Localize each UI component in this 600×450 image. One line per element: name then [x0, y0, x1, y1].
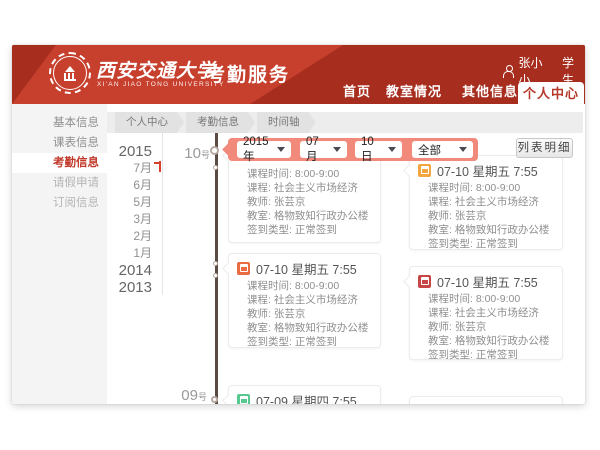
day-label-09: 09号	[167, 387, 207, 404]
card-field-course-time: 课程时间: 8:00-9:00	[247, 167, 372, 181]
card-field-checkin-type: 签到类型: 正常签到	[428, 348, 554, 362]
scale-year-2013[interactable]: 2013	[100, 279, 152, 296]
sidebar: 基本信息 课表信息 考勤信息 请假申请 订阅信息	[12, 104, 107, 404]
card-field-teacher: 教师: 张芸京	[428, 209, 554, 223]
app-header: 西安交通大学 XI'AN JIAO TONG UNIVERSITY 考勤服务 张…	[12, 45, 585, 104]
card-field-classroom: 教室: 格物致知行政办公楼	[428, 334, 554, 348]
app-window: 西安交通大学 XI'AN JIAO TONG UNIVERSITY 考勤服务 张…	[12, 45, 585, 404]
card-header: 07-10 星期五 7:55	[256, 259, 357, 278]
scale-month-05[interactable]: 5月	[100, 194, 152, 211]
timeline-node-day10	[210, 146, 219, 155]
university-name-cn: 西安交通大学	[96, 56, 216, 83]
scale-month-07[interactable]: 7月	[100, 160, 152, 177]
breadcrumb: 个人中心 考勤信息 时间轴	[107, 112, 583, 133]
card-field-course-time: 课程时间: 8:00-9:00	[247, 279, 372, 293]
card-header: 07-10 星期五 7:55	[437, 161, 538, 180]
attendance-card-clipped: 07-09 星期四 7:55	[228, 385, 381, 404]
list-detail-button[interactable]: 列表明细	[516, 138, 573, 158]
sidebar-item-timetable[interactable]: 课表信息	[12, 133, 107, 153]
card-field-teacher: 教师: 张芸京	[247, 195, 372, 209]
scale-month-02[interactable]: 2月	[100, 228, 152, 245]
timeline-node-small-1	[213, 165, 218, 170]
card-field-course: 课程: 社会主义市场经济	[428, 195, 554, 209]
breadcrumb-item-attendance[interactable]: 考勤信息	[186, 112, 255, 133]
sidebar-item-attendance-active[interactable]: 考勤信息	[12, 153, 107, 173]
card-field-course-time: 课程时间: 8:00-9:00	[428, 292, 554, 306]
card-field-course: 课程: 社会主义市场经济	[247, 181, 372, 195]
checkin-status-icon	[237, 262, 250, 275]
type-select[interactable]: 全部	[412, 141, 473, 158]
checkin-status-icon	[418, 164, 431, 177]
chevron-down-icon	[459, 147, 467, 152]
sidebar-item-subscription[interactable]: 订阅信息	[12, 193, 107, 213]
month-select[interactable]: 07月	[300, 141, 347, 158]
scale-year-2014[interactable]: 2014	[100, 262, 152, 279]
nav-item-other-info[interactable]: 其他信息	[462, 81, 518, 100]
card-field-checkin-type: 签到类型: 正常签到	[247, 335, 372, 349]
scale-year-2015[interactable]: 2015	[100, 143, 152, 160]
timeline-line	[215, 133, 218, 404]
card-field-teacher: 教师: 张芸京	[428, 320, 554, 334]
day-label-10: 10号	[170, 145, 210, 163]
nav-tab-personal-center-active[interactable]: 个人中心	[518, 82, 584, 104]
checkin-status-icon	[237, 394, 250, 404]
day-select[interactable]: 10日	[355, 141, 402, 158]
card-field-teacher: 教师: 张芸京	[247, 307, 372, 321]
timeline-scale: 2015 7月 6月 5月 3月 2月 1月 2014 2013	[100, 143, 152, 296]
card-field-classroom: 教室: 格物致知行政办公楼	[247, 209, 372, 223]
current-month-marker	[154, 161, 161, 172]
checkin-status-icon	[418, 275, 431, 288]
card-header: 07-09 星期四 7:55	[256, 391, 357, 404]
scale-month-03[interactable]: 3月	[100, 211, 152, 228]
card-field-course-time: 课程时间: 8:00-9:00	[428, 181, 554, 195]
logo-emblem-icon	[64, 66, 76, 80]
card-header: 07-10 星期五 7:55	[437, 272, 538, 291]
card-field-classroom: 教室: 格物致知行政办公楼	[247, 321, 372, 335]
sidebar-item-basic-info[interactable]: 基本信息	[12, 113, 107, 133]
user-icon	[503, 65, 514, 77]
card-field-checkin-type: 签到类型: 正常签到	[247, 223, 372, 237]
scale-month-01[interactable]: 1月	[100, 245, 152, 262]
page: 西安交通大学 XI'AN JIAO TONG UNIVERSITY 考勤服务 张…	[0, 0, 600, 450]
breadcrumb-item-personal-center[interactable]: 个人中心	[115, 112, 184, 133]
attendance-card: 07-10 星期五 7:55 课程时间: 8:00-9:00 课程: 社会主义市…	[409, 155, 563, 250]
card-field-course: 课程: 社会主义市场经济	[247, 293, 372, 307]
attendance-card-clipped	[409, 396, 563, 404]
year-select[interactable]: 2015年	[237, 141, 291, 158]
chevron-down-icon	[333, 147, 341, 152]
card-field-classroom: 教室: 格物致知行政办公楼	[428, 223, 554, 237]
attendance-card: 07-10 星期五 7:55 课程时间: 8:00-9:00 课程: 社会主义市…	[409, 266, 563, 360]
nav-item-home[interactable]: 首页	[343, 81, 371, 100]
card-field-course: 课程: 社会主义市场经济	[428, 306, 554, 320]
scale-month-06[interactable]: 6月	[100, 177, 152, 194]
chevron-down-icon	[277, 147, 285, 152]
breadcrumb-item-timeline[interactable]: 时间轴	[257, 112, 316, 133]
date-filter-bar: 2015年 07月 10日 全部	[228, 138, 478, 161]
attendance-card: 07-10 星期五 7:55 课程时间: 8:00-9:00 课程: 社会主义市…	[228, 253, 381, 348]
sidebar-item-leave-request[interactable]: 请假申请	[12, 173, 107, 193]
chevron-down-icon	[388, 147, 396, 152]
card-field-checkin-type: 签到类型: 正常签到	[428, 237, 554, 251]
timeline-node-small-3	[213, 273, 218, 278]
scale-divider	[162, 133, 163, 295]
nav-item-classrooms[interactable]: 教室情况	[386, 81, 442, 100]
timeline-node-day09	[211, 396, 218, 403]
main-nav: 首页 教室情况 其他信息 个人中心	[12, 82, 585, 104]
timeline-node-small-2	[213, 261, 218, 266]
